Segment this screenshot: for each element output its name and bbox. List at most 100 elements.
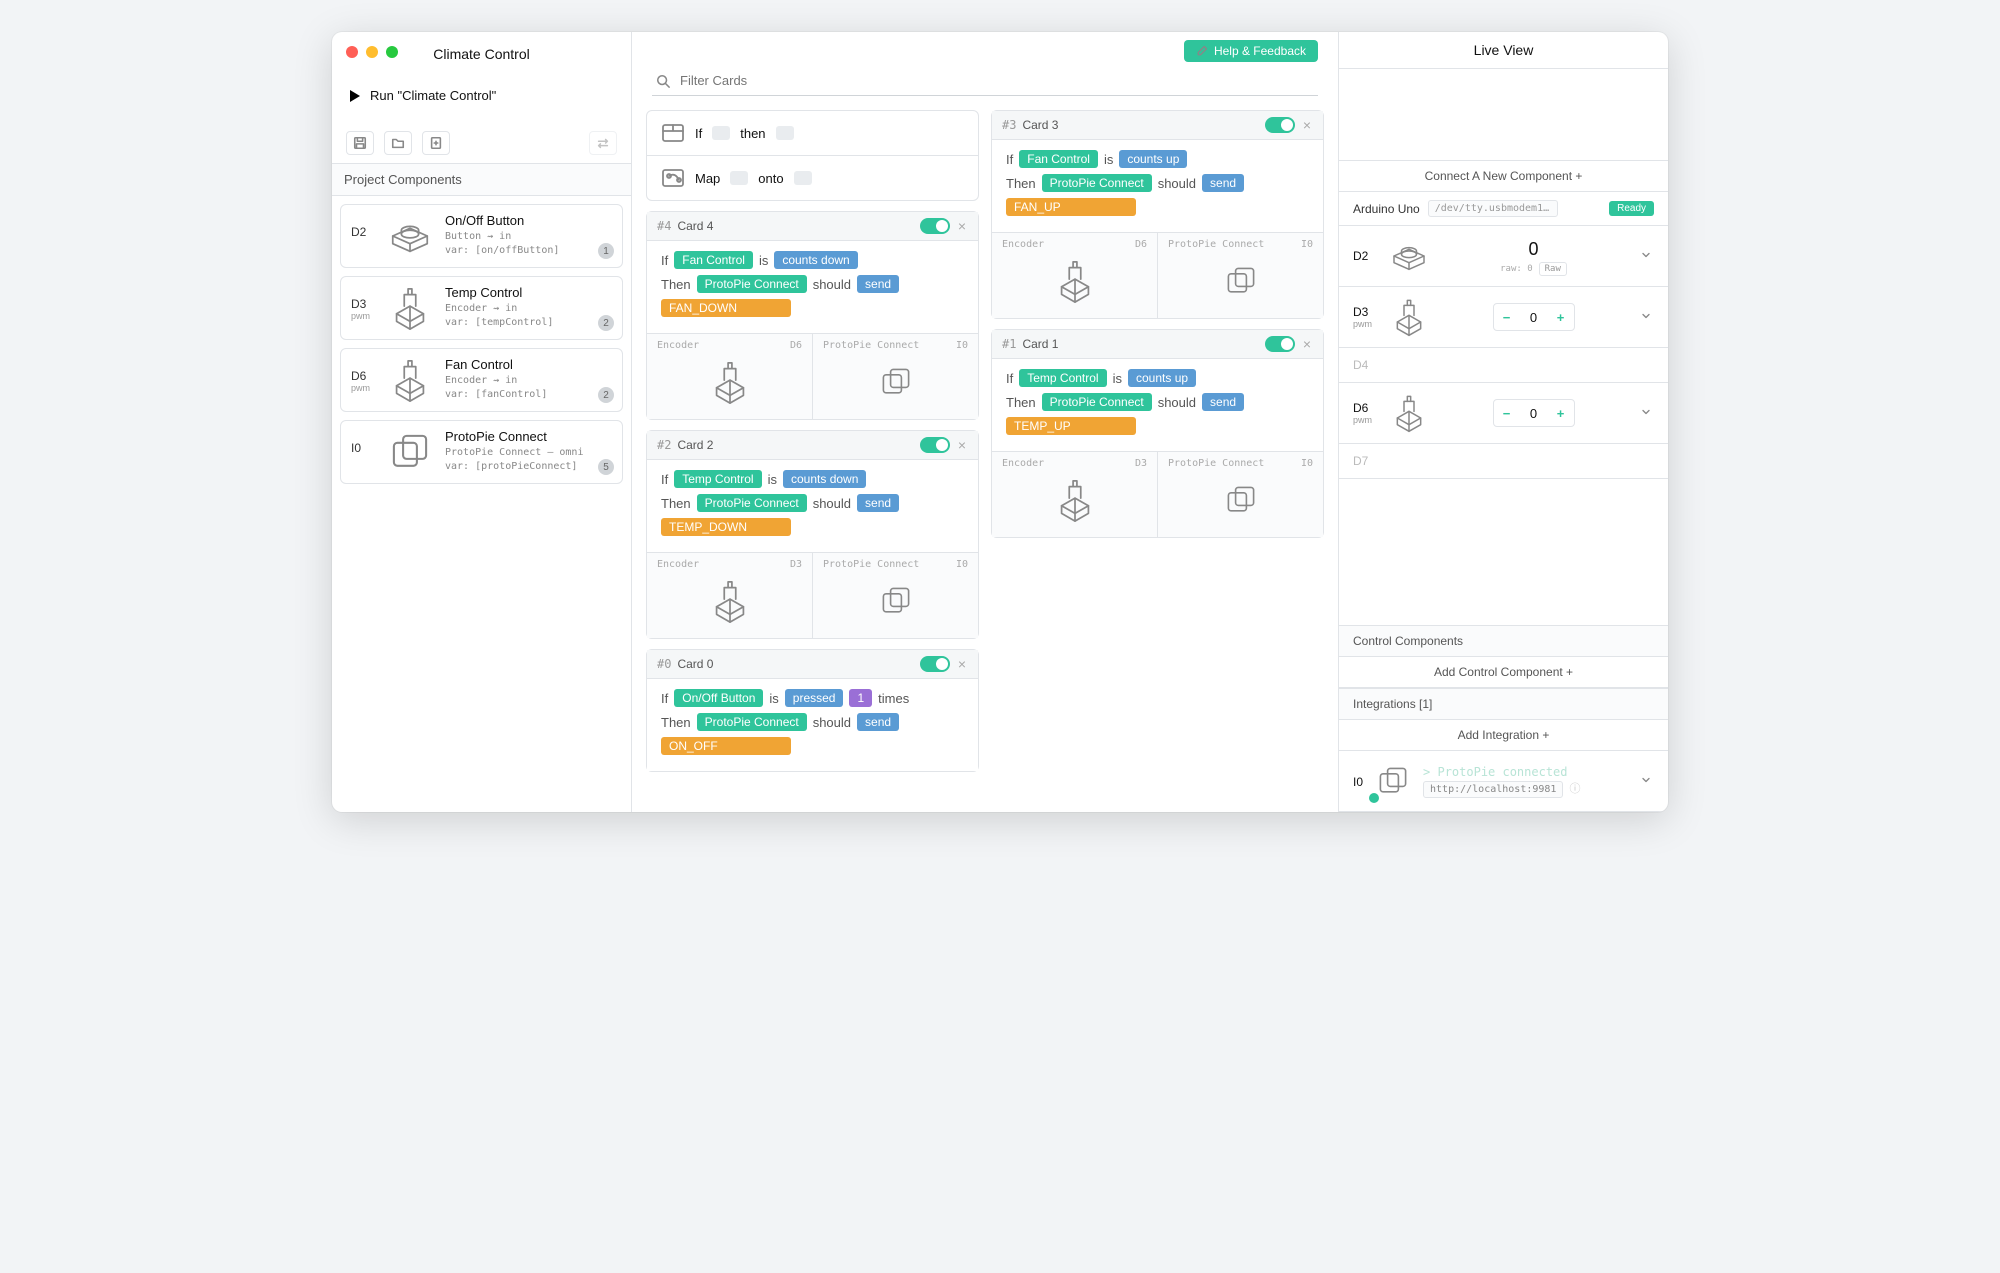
rule-subject-tag[interactable]: Temp Control	[1019, 369, 1106, 387]
rule-card[interactable]: #3 Card 3 × If Fan Control is counts up …	[991, 110, 1324, 319]
kw-is: is	[759, 253, 768, 268]
io-right-label: ProtoPie Connect	[823, 559, 919, 570]
card-enable-toggle[interactable]	[920, 656, 950, 672]
layers-icon	[823, 574, 968, 628]
rule-action-tag[interactable]: send	[857, 494, 899, 512]
rule-condition-tag[interactable]: counts down	[774, 251, 857, 269]
chevron-down-icon[interactable]	[1638, 249, 1654, 264]
device-path[interactable]: /dev/tty.usbmodem11301 …	[1428, 200, 1558, 217]
rule-payload-tag[interactable]: TEMP_DOWN	[661, 518, 791, 536]
card-close-button[interactable]: ×	[1301, 336, 1313, 352]
rule-action-tag[interactable]: send	[1202, 174, 1244, 192]
rule-condition-tag[interactable]: counts down	[783, 470, 866, 488]
card-enable-toggle[interactable]	[1265, 336, 1295, 352]
decrement-button[interactable]: −	[1496, 306, 1518, 328]
rule-condition-tag[interactable]: pressed	[785, 689, 844, 707]
template-map-onto[interactable]: Map onto	[647, 155, 978, 200]
rule-payload-tag[interactable]: FAN_DOWN	[661, 299, 791, 317]
window-traffic-lights[interactable]	[346, 46, 398, 58]
decrement-button[interactable]: −	[1496, 402, 1518, 424]
io-left-pin: D3	[790, 559, 802, 570]
rule-subject-tag[interactable]: Fan Control	[674, 251, 753, 269]
card-enable-toggle[interactable]	[1265, 117, 1295, 133]
card-number: #4	[657, 219, 671, 233]
help-feedback-button[interactable]: Help & Feedback	[1184, 40, 1318, 62]
rule-target-tag[interactable]: ProtoPie Connect	[697, 275, 807, 293]
integrations-header: Integrations [1]	[1339, 688, 1668, 720]
rule-action-tag[interactable]: send	[857, 275, 899, 293]
swap-button[interactable]	[589, 131, 617, 155]
card-close-button[interactable]: ×	[956, 437, 968, 453]
filter-cards-field[interactable]	[652, 66, 1318, 96]
integration-row[interactable]: I0 > ProtoPie connected http://localhost…	[1339, 751, 1668, 812]
io-left-label: Encoder	[1002, 239, 1044, 250]
rule-card[interactable]: #4 Card 4 × If Fan Control is counts dow…	[646, 211, 979, 420]
sidebar-toolbar	[332, 131, 631, 164]
rule-subject-tag[interactable]: Fan Control	[1019, 150, 1098, 168]
layers-icon	[387, 429, 433, 475]
rule-condition-tag[interactable]: counts up	[1119, 150, 1187, 168]
rule-payload-tag[interactable]: TEMP_UP	[1006, 417, 1136, 435]
io-left-pin: D6	[790, 340, 802, 351]
add-control-component-button[interactable]: Add Control Component +	[1339, 657, 1668, 688]
card-header: #2 Card 2 ×	[647, 431, 978, 460]
card-close-button[interactable]: ×	[956, 656, 968, 672]
rule-subject-tag[interactable]: On/Off Button	[674, 689, 763, 707]
component-item[interactable]: D6pwm Fan Control Encoder ⇝ invar: [fanC…	[340, 348, 623, 412]
rule-action-tag[interactable]: send	[857, 713, 899, 731]
live-pin-label: D4	[1353, 358, 1379, 372]
live-pin-row[interactable]: D2 0 raw: 0Raw	[1339, 226, 1668, 287]
rule-target-tag[interactable]: ProtoPie Connect	[697, 713, 807, 731]
live-pin-row-empty[interactable]: D7	[1339, 444, 1668, 479]
rule-target-tag[interactable]: ProtoPie Connect	[1042, 174, 1152, 192]
integration-url[interactable]: http://localhost:9981	[1423, 781, 1563, 798]
increment-button[interactable]: +	[1550, 402, 1572, 424]
live-pin-label: D6pwm	[1353, 401, 1379, 425]
info-icon[interactable]: ⓘ	[1569, 780, 1580, 796]
live-pin-row[interactable]: D6pwm − 0 +	[1339, 383, 1668, 444]
increment-button[interactable]: +	[1550, 306, 1572, 328]
rule-card[interactable]: #2 Card 2 × If Temp Control is counts do…	[646, 430, 979, 639]
component-count-badge: 2	[598, 315, 614, 331]
sidebar-section-header: Project Components	[332, 164, 631, 196]
filter-cards-input[interactable]	[678, 72, 1314, 89]
card-close-button[interactable]: ×	[1301, 117, 1313, 133]
kw-should: should	[813, 715, 851, 730]
zoom-window-icon[interactable]	[386, 46, 398, 58]
rule-target-tag[interactable]: ProtoPie Connect	[697, 494, 807, 512]
run-project-button[interactable]: Run "Climate Control"	[332, 80, 631, 131]
minimize-window-icon[interactable]	[366, 46, 378, 58]
live-pin-row[interactable]: D3pwm − 0 +	[1339, 287, 1668, 348]
rule-action-tag[interactable]: send	[1202, 393, 1244, 411]
close-window-icon[interactable]	[346, 46, 358, 58]
live-pin-row-empty[interactable]: D4	[1339, 348, 1668, 383]
component-item[interactable]: I0 ProtoPie Connect ProtoPie Connect — o…	[340, 420, 623, 484]
rule-payload-tag[interactable]: ON_OFF	[661, 737, 791, 755]
rule-subject-tag[interactable]: Temp Control	[674, 470, 761, 488]
component-item[interactable]: D3pwm Temp Control Encoder ⇝ invar: [tem…	[340, 276, 623, 340]
rule-payload-tag[interactable]: FAN_UP	[1006, 198, 1136, 216]
add-integration-button[interactable]: Add Integration +	[1339, 720, 1668, 751]
card-close-button[interactable]: ×	[956, 218, 968, 234]
connect-component-button[interactable]: Connect A New Component +	[1339, 161, 1668, 192]
rule-card[interactable]: #0 Card 0 × If On/Off Button is pressed …	[646, 649, 979, 772]
open-button[interactable]	[384, 131, 412, 155]
template-card[interactable]: If then Map onto	[646, 110, 979, 201]
chevron-down-icon[interactable]	[1638, 406, 1654, 421]
new-button[interactable]	[422, 131, 450, 155]
component-item[interactable]: D2 On/Off Button Button ⇝ invar: [on/off…	[340, 204, 623, 268]
chevron-down-icon[interactable]	[1638, 310, 1654, 325]
card-enable-toggle[interactable]	[920, 218, 950, 234]
rule-card[interactable]: #1 Card 1 × If Temp Control is counts up…	[991, 329, 1324, 538]
card-title: Card 4	[677, 219, 713, 233]
chevron-down-icon[interactable]	[1638, 774, 1654, 789]
encoder-icon	[387, 357, 433, 403]
raw-button[interactable]: Raw	[1539, 262, 1567, 276]
integration-status: > ProtoPie connected	[1423, 765, 1628, 779]
template-if-then[interactable]: If then	[647, 111, 978, 155]
card-enable-toggle[interactable]	[920, 437, 950, 453]
card-number: #1	[1002, 337, 1016, 351]
rule-condition-tag[interactable]: counts up	[1128, 369, 1196, 387]
save-button[interactable]	[346, 131, 374, 155]
rule-target-tag[interactable]: ProtoPie Connect	[1042, 393, 1152, 411]
